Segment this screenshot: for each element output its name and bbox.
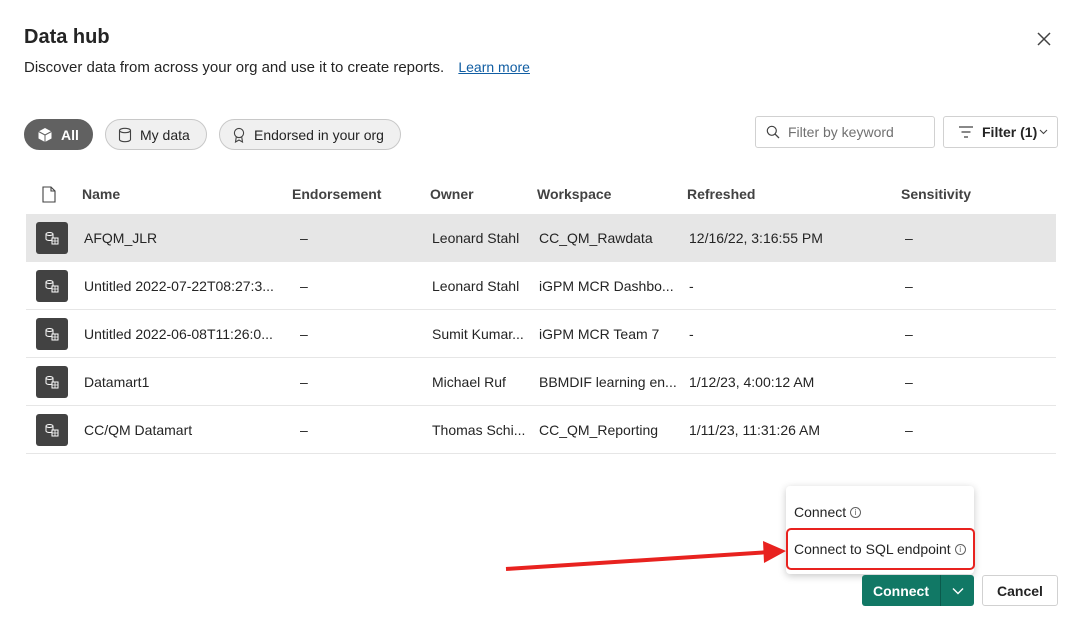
table-header: Name Endorsement Owner Workspace Refresh… — [26, 174, 1056, 214]
pill-endorsed-label: Endorsed in your org — [254, 126, 384, 143]
row-workspace: CC_QM_Reporting — [539, 421, 659, 438]
filter-label: Filter (1) — [982, 124, 1038, 140]
column-header-workspace[interactable]: Workspace — [537, 186, 687, 202]
connect-button[interactable]: Connect — [862, 575, 940, 606]
row-refreshed: - — [689, 277, 694, 294]
table-row[interactable]: Datamart1 – Michael Ruf BBMDIF learning … — [26, 358, 1056, 406]
learn-more-link[interactable]: Learn more — [458, 59, 530, 75]
close-button[interactable] — [1032, 27, 1056, 51]
row-name: CC/QM Datamart — [84, 421, 193, 438]
table-row[interactable]: CC/QM Datamart – Thomas Schi... CC_QM_Re… — [26, 406, 1056, 454]
type-column-header — [26, 185, 82, 203]
row-workspace: CC_QM_Rawdata — [539, 229, 653, 246]
row-sensitivity: – — [905, 229, 913, 246]
menu-item-connect[interactable]: Connect i — [794, 504, 862, 520]
datamart-icon — [36, 317, 68, 350]
chevron-down-icon — [1039, 129, 1048, 135]
datamart-icon — [36, 365, 68, 398]
pill-all-label: All — [61, 126, 79, 143]
row-sensitivity: – — [905, 277, 913, 294]
row-owner: Leonard Stahl — [432, 229, 520, 246]
connect-split-button: Connect — [862, 575, 974, 606]
row-workspace: BBMDIF learning en... — [539, 373, 677, 390]
row-name: Untitled 2022-06-08T11:26:0... — [84, 325, 273, 342]
search-icon — [766, 125, 780, 139]
row-endorsement: – — [300, 325, 308, 342]
row-endorsement: – — [300, 229, 308, 246]
row-endorsement: – — [300, 421, 308, 438]
menu-item-connect-label: Connect — [794, 504, 847, 520]
pill-endorsed[interactable]: Endorsed in your org — [219, 119, 401, 150]
filter-button[interactable]: Filter (1) — [943, 116, 1058, 148]
table-row[interactable]: Untitled 2022-07-22T08:27:3... – Leonard… — [26, 262, 1056, 310]
row-endorsement: – — [300, 277, 308, 294]
chevron-down-icon — [952, 587, 963, 594]
cube-icon — [38, 127, 52, 142]
row-sensitivity: – — [905, 421, 913, 438]
row-name: AFQM_JLR — [84, 229, 158, 246]
row-sensitivity: – — [905, 325, 913, 342]
cancel-button[interactable]: Cancel — [982, 575, 1058, 606]
row-refreshed: 12/16/22, 3:16:55 PM — [689, 229, 823, 246]
row-workspace: iGPM MCR Dashbo... — [539, 277, 674, 294]
data-table: Name Endorsement Owner Workspace Refresh… — [26, 174, 1056, 454]
dialog-subtitle: Discover data from across your org and u… — [24, 59, 530, 76]
ribbon-icon — [233, 127, 245, 143]
connect-dropdown-toggle[interactable] — [940, 575, 974, 606]
row-refreshed: - — [689, 325, 694, 342]
datamart-icon — [36, 413, 68, 446]
row-owner: Leonard Stahl — [432, 277, 520, 294]
row-owner: Sumit Kumar... — [432, 325, 524, 342]
annotation-highlight-box — [786, 528, 975, 570]
search-input[interactable] — [788, 124, 928, 140]
close-icon — [1037, 32, 1051, 46]
table-row[interactable]: AFQM_JLR – Leonard Stahl CC_QM_Rawdata 1… — [26, 214, 1056, 262]
info-icon: i — [850, 506, 862, 518]
data-hub-dialog: Data hub Discover data from across your … — [0, 0, 1082, 625]
column-header-name[interactable]: Name — [82, 186, 292, 202]
column-header-owner[interactable]: Owner — [430, 186, 537, 202]
row-refreshed: 1/12/23, 4:00:12 AM — [689, 373, 815, 390]
subtitle-text: Discover data from across your org and u… — [24, 59, 445, 76]
database-icon — [118, 127, 132, 142]
row-owner: Thomas Schi... — [432, 421, 526, 438]
table-row[interactable]: Untitled 2022-06-08T11:26:0... – Sumit K… — [26, 310, 1056, 358]
filter-icon — [959, 126, 973, 138]
row-name: Untitled 2022-07-22T08:27:3... — [84, 277, 274, 294]
row-owner: Michael Ruf — [432, 373, 506, 390]
document-icon — [42, 185, 56, 203]
row-workspace: iGPM MCR Team 7 — [539, 325, 660, 342]
row-sensitivity: – — [905, 373, 913, 390]
datamart-icon — [36, 269, 68, 302]
pill-all[interactable]: All — [24, 119, 93, 150]
pill-my-data[interactable]: My data — [105, 119, 207, 150]
column-header-refreshed[interactable]: Refreshed — [687, 186, 899, 202]
datamart-icon — [36, 221, 68, 254]
pill-my-data-label: My data — [140, 126, 190, 143]
dialog-title: Data hub — [24, 26, 110, 48]
row-endorsement: – — [300, 373, 308, 390]
column-header-endorsement[interactable]: Endorsement — [292, 186, 430, 202]
row-name: Datamart1 — [84, 373, 150, 390]
row-refreshed: 1/11/23, 11:31:26 AM — [689, 421, 821, 438]
column-header-sensitivity[interactable]: Sensitivity — [899, 186, 1056, 202]
search-box[interactable] — [755, 116, 935, 148]
